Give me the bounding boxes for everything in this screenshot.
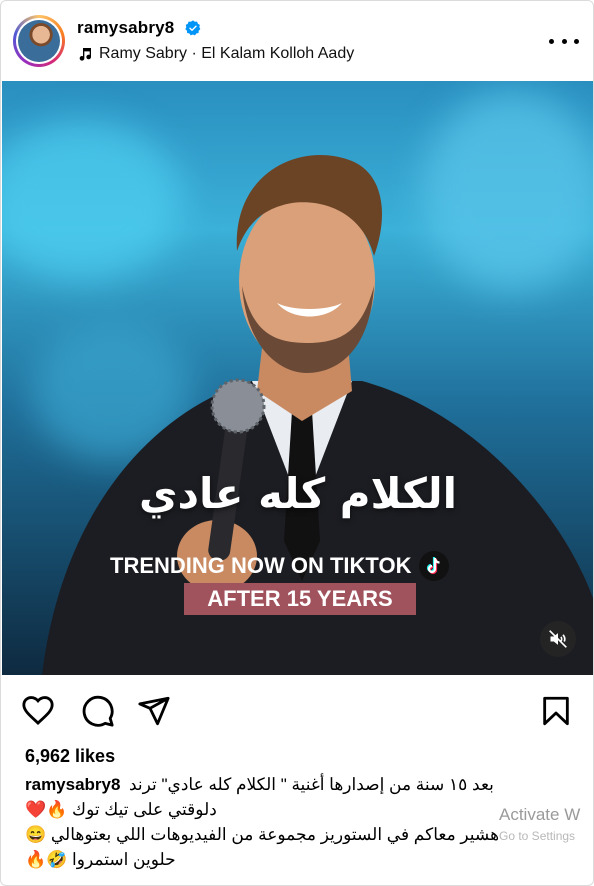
speaker-muted-icon bbox=[549, 630, 567, 648]
audio-label: Ramy Sabry · El Kalam Kolloh Aady bbox=[99, 45, 355, 62]
like-count[interactable]: 6,962 likes bbox=[25, 746, 115, 767]
caption-line-1: بعد ١٥ سنة من إصدارها أغنية " الكلام كله… bbox=[129, 775, 494, 794]
post-caption: ramysabry8 بعد ١٥ سنة من إصدارها أغنية "… bbox=[25, 772, 571, 872]
more-dots-icon bbox=[549, 38, 554, 44]
post-header: ramysabry8 Ramy Sabry · El Kalam Kolloh … bbox=[1, 1, 593, 81]
save-bookmark-icon[interactable] bbox=[539, 694, 573, 728]
more-options-button[interactable] bbox=[549, 31, 579, 51]
caption-line-3: هشير معاكم في الستوريز مجموعة من الفيديو… bbox=[25, 825, 500, 844]
activate-windows-subtext: Go to Settings bbox=[499, 829, 576, 843]
tiktok-icon bbox=[419, 551, 450, 581]
audio-link[interactable]: Ramy Sabry · El Kalam Kolloh Aady bbox=[77, 45, 354, 63]
action-bar bbox=[1, 675, 593, 745]
share-send-icon[interactable] bbox=[137, 694, 171, 728]
music-note-icon bbox=[79, 48, 91, 61]
trending-caption: TRENDING NOW ON TIKTOK bbox=[110, 551, 450, 581]
comment-icon[interactable] bbox=[81, 694, 115, 728]
post-card: ramysabry8 Ramy Sabry · El Kalam Kolloh … bbox=[0, 0, 594, 886]
avatar[interactable] bbox=[18, 20, 60, 62]
story-ring[interactable] bbox=[13, 15, 65, 67]
like-heart-icon[interactable] bbox=[21, 694, 55, 728]
activate-windows-watermark: Activate W bbox=[499, 805, 581, 824]
trending-label: TRENDING NOW ON TIKTOK bbox=[110, 553, 412, 578]
username-link[interactable]: ramysabry8 bbox=[77, 18, 174, 38]
after-years-badge: AFTER 15 YEARS bbox=[184, 583, 416, 615]
caption-line-4: حلوين استمروا 🤣🔥 bbox=[25, 850, 176, 869]
caption-line-2: دلوقتي على تيك توك 🔥❤️ bbox=[25, 800, 217, 819]
verified-badge-icon bbox=[185, 20, 201, 36]
mute-toggle-button[interactable] bbox=[540, 621, 576, 657]
post-video[interactable]: الكلام كله عادي TRENDING NOW ON TIKTOK A… bbox=[2, 81, 593, 675]
video-title-arabic: الكلام كله عادي bbox=[138, 469, 458, 518]
